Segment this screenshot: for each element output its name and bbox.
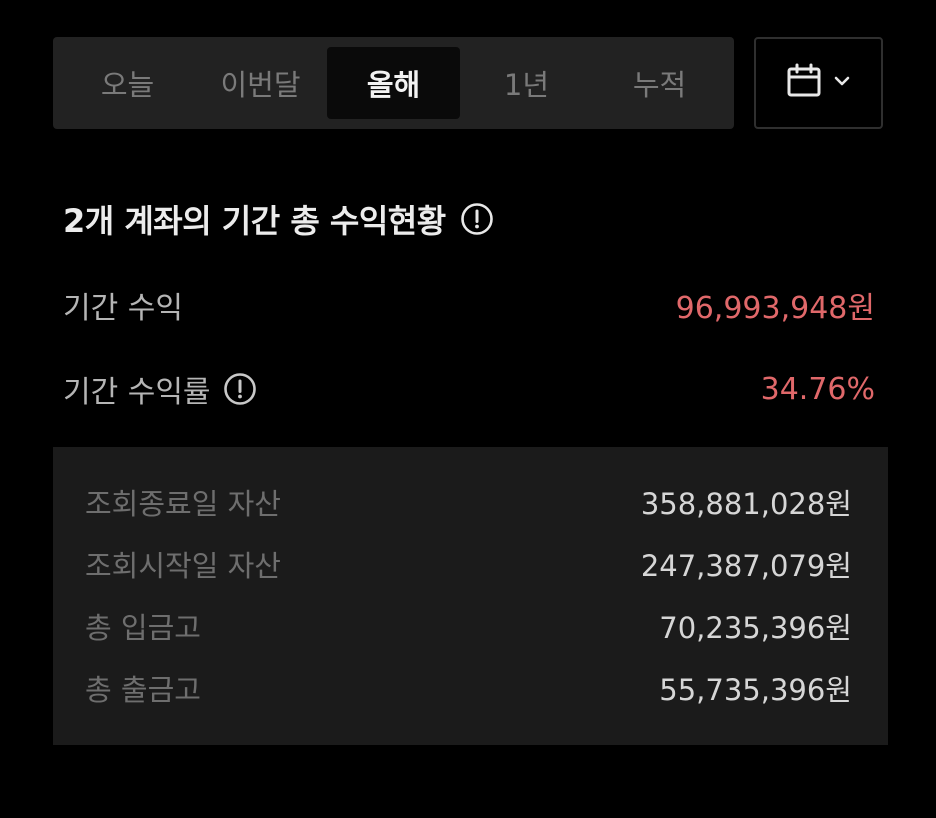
tab-one-year[interactable]: 1년 [460,47,593,119]
detail-value: 70,235,396원 [659,611,852,645]
period-return-row: 기간 수익률 34.76% [63,366,875,412]
asset-details-box: 조회종료일 자산 358,881,028원 조회시작일 자산 247,387,0… [53,447,888,745]
detail-row-start-assets: 조회시작일 자산 247,387,079원 [85,542,852,586]
period-profit-value: 96,993,948원 [675,291,875,326]
detail-row-total-withdrawal: 총 출금고 55,735,396원 [85,666,852,710]
detail-label: 조회종료일 자산 [85,487,281,521]
tab-today[interactable]: 오늘 [61,47,194,119]
date-range-button[interactable] [754,37,883,129]
detail-value: 55,735,396원 [659,673,852,707]
detail-label: 조회시작일 자산 [85,549,281,583]
summary-title-text: 2개 계좌의 기간 총 수익현황 [63,202,446,240]
detail-row-total-deposit: 총 입금고 70,235,396원 [85,604,852,648]
tab-this-year[interactable]: 올해 [327,47,460,119]
calendar-icon [786,63,822,103]
period-profit-row: 기간 수익 96,993,948원 [63,282,875,328]
period-return-value: 34.76% [760,371,875,407]
info-icon[interactable] [223,372,257,406]
info-icon[interactable] [460,202,494,236]
detail-value: 358,881,028원 [640,487,852,521]
summary-title: 2개 계좌의 기간 총 수익현황 [63,196,494,242]
period-return-label: 기간 수익률 [63,375,211,410]
detail-label: 총 출금고 [85,673,201,707]
tab-cumulative[interactable]: 누적 [593,47,726,119]
tab-this-month[interactable]: 이번달 [194,47,327,119]
period-tabs: 오늘 이번달 올해 1년 누적 [53,37,734,129]
period-profit-label: 기간 수익 [63,291,183,326]
detail-value: 247,387,079원 [640,549,852,583]
chevron-down-icon [832,71,852,95]
detail-label: 총 입금고 [85,611,201,645]
period-return-label-group: 기간 수익률 [63,367,257,411]
detail-row-end-assets: 조회종료일 자산 358,881,028원 [85,480,852,524]
